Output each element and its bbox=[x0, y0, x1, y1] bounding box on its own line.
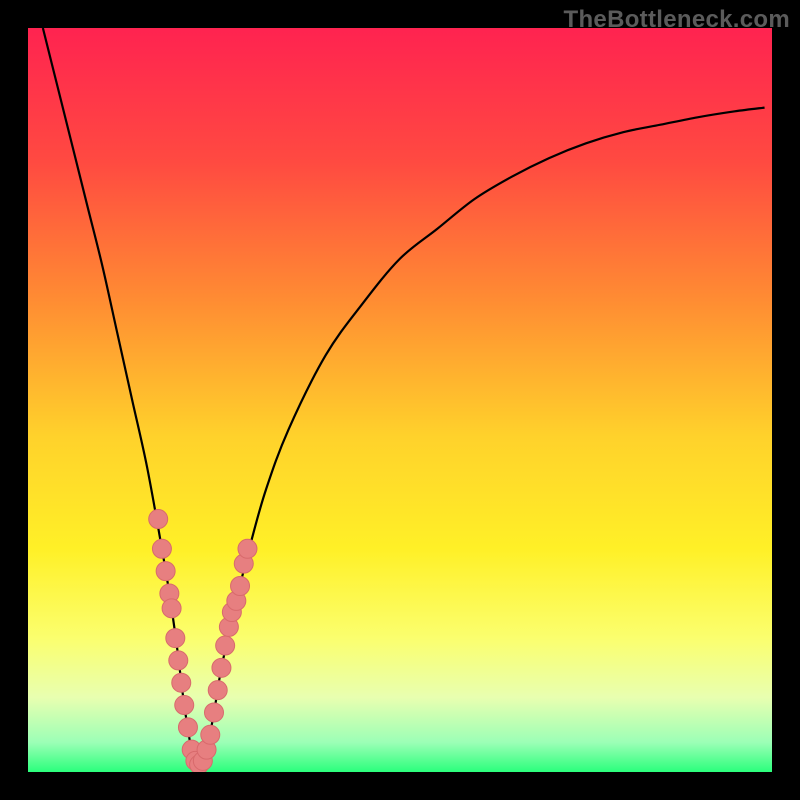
marker-dot bbox=[166, 629, 185, 648]
marker-dot bbox=[172, 673, 191, 692]
marker-dot bbox=[175, 696, 194, 715]
marker-dot bbox=[205, 703, 224, 722]
marker-dot bbox=[212, 658, 231, 677]
marker-dot bbox=[208, 681, 227, 700]
watermark-text: TheBottleneck.com bbox=[564, 6, 790, 34]
bottleneck-chart bbox=[0, 0, 800, 800]
marker-dot bbox=[231, 577, 250, 596]
plot-area bbox=[28, 28, 772, 774]
marker-dot bbox=[152, 539, 171, 558]
plot-background bbox=[28, 28, 772, 772]
marker-dot bbox=[238, 539, 257, 558]
marker-dot bbox=[162, 599, 181, 618]
marker-dot bbox=[156, 562, 175, 581]
marker-dot bbox=[201, 725, 220, 744]
marker-dot bbox=[169, 651, 188, 670]
chart-container: TheBottleneck.com bbox=[0, 0, 800, 800]
marker-dot bbox=[149, 510, 168, 529]
marker-dot bbox=[178, 718, 197, 737]
marker-dot bbox=[216, 636, 235, 655]
